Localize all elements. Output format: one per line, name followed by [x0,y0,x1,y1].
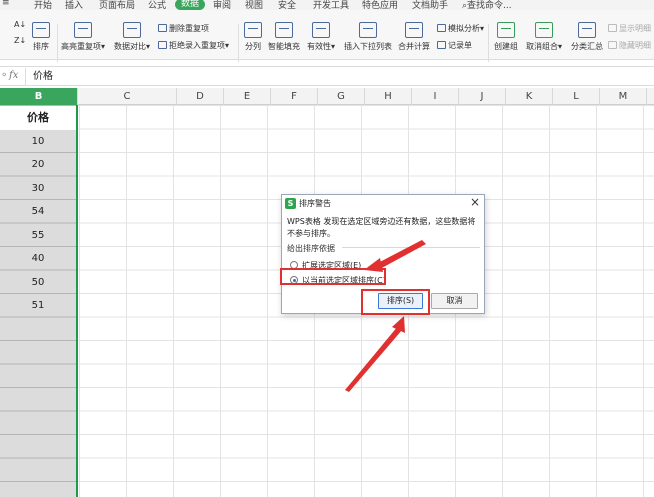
column-header-l[interactable]: L [553,88,600,105]
wps-logo-icon: S [285,198,296,209]
divider [342,247,480,248]
smart-fill-icon [275,22,293,38]
cancel-button[interactable]: 取消 [431,293,478,309]
menu-security[interactable]: 安全 [278,0,296,10]
table-cell[interactable]: 20 [0,153,76,177]
delete-dup-icon [158,24,167,32]
menu-page-layout[interactable]: 页面布局 [99,0,135,10]
ungroup-icon [535,22,553,38]
merge-calc-icon [405,22,423,38]
divider [238,24,239,62]
header-cell-price[interactable]: 价格 [0,106,76,130]
ribbon-toolbar: A↓ Z↓ 排序 高亮重复项▾ 数据对比▾ 删除重复项 拒绝录入重复项▾ 分列 … [0,10,654,62]
selected-column-b[interactable]: 价格 10 20 30 54 55 40 50 51 [0,105,78,497]
sort-icon [32,22,50,38]
highlight-icon [74,22,92,38]
formula-bar: ⚬ fx 价格 [0,66,654,86]
record-sheet-button[interactable]: 记录单 [437,40,472,51]
formula-input[interactable]: 价格 [25,68,654,85]
subtotal-button[interactable]: 分类汇总 [571,22,603,52]
dialog-title-bar[interactable]: S 排序警告 × [282,195,484,212]
menu-view[interactable]: 视图 [245,0,263,10]
menu-home[interactable]: 开始 [34,0,52,10]
highlight-duplicates-button[interactable]: 高亮重复项▾ [61,22,105,52]
table-cell[interactable]: 55 [0,224,76,248]
column-header-e[interactable]: E [224,88,271,105]
show-detail-icon [608,24,617,32]
hide-detail-button[interactable]: 隐藏明细 [608,40,651,51]
sort-warning-dialog: S 排序警告 × WPS表格 发现在选定区域旁边还有数据，这些数据将不参与排序。… [281,194,485,314]
reject-dup-icon [158,41,167,49]
column-header-h[interactable]: H [365,88,412,105]
column-header-b[interactable]: B [0,88,78,105]
table-cell[interactable]: 50 [0,271,76,295]
column-header-j[interactable]: J [459,88,506,105]
radio-expand-selection[interactable]: 扩展选定区域(E) [290,260,361,271]
show-detail-button[interactable]: 显示明细 [608,23,651,34]
smart-fill-button[interactable]: 智能填充 [268,22,300,52]
column-header-i[interactable]: I [412,88,459,105]
sort-desc-icon[interactable]: Z↓ [14,36,26,45]
cancel-edit-icon[interactable]: ⚬ [0,70,8,81]
delete-duplicates-button[interactable]: 删除重复项 [158,23,209,34]
table-cell[interactable]: 54 [0,200,76,224]
function-icon[interactable]: fx [9,70,18,81]
menu-review[interactable]: 审阅 [213,0,231,10]
dialog-title: 排序警告 [299,199,331,208]
table-cell[interactable]: 51 [0,294,76,318]
column-header-f[interactable]: F [271,88,318,105]
column-header-c[interactable]: C [78,88,177,105]
sort-button[interactable]: 排序 [32,22,50,52]
reject-duplicates-button[interactable]: 拒绝录入重复项▾ [158,40,229,51]
dialog-message: WPS表格 发现在选定区域旁边还有数据，这些数据将不参与排序。 [287,217,476,238]
column-header-k[interactable]: K [506,88,553,105]
dropdown-list-icon [359,22,377,38]
close-icon[interactable]: × [470,195,480,209]
hide-detail-icon [608,41,617,49]
create-group-button[interactable]: 创建组 [494,22,518,52]
divider [488,24,489,62]
table-cell[interactable]: 40 [0,247,76,271]
radio-icon [290,261,298,269]
column-header-row: B C D E F G H I J K L M [0,88,654,105]
sort-button[interactable]: 排序(S) [378,293,423,309]
simulate-analysis-button[interactable]: 模拟分析▾ [437,23,484,34]
group-icon [497,22,515,38]
table-cell[interactable]: 30 [0,177,76,201]
sort-basis-label: 给出排序依据 [287,244,335,253]
column-header-d[interactable]: D [177,88,224,105]
menu-developer[interactable]: 开发工具 [313,0,349,10]
ungroup-button[interactable]: 取消组合▾ [526,22,562,52]
sort-asc-icon[interactable]: A↓ [14,20,26,29]
table-cell[interactable]: 10 [0,130,76,154]
column-header-g[interactable]: G [318,88,365,105]
record-sheet-icon [437,41,446,49]
insert-dropdown-button[interactable]: 插入下拉列表 [344,22,392,52]
radio-current-selection[interactable]: 以当前选定区域排序(C) [290,275,386,286]
radio-selected-icon [290,276,298,284]
menu-doc-assistant[interactable]: 文档助手 [412,0,448,10]
menu-bar: ≡ 开始 插入 页面布局 公式 数据 审阅 视图 安全 开发工具 特色应用 文档… [0,0,654,10]
validity-button[interactable]: 有效性▾ [307,22,335,52]
menu-search-command[interactable]: ⌕查找命令... [462,0,512,10]
split-column-button[interactable]: 分列 [244,22,262,52]
compare-icon [123,22,141,38]
split-icon [244,22,262,38]
menu-collapse-icon[interactable]: ≡ [2,0,10,8]
menu-data[interactable]: 数据 [175,0,206,10]
menu-special[interactable]: 特色应用 [362,0,398,10]
data-compare-button[interactable]: 数据对比▾ [114,22,150,52]
simulate-icon [437,24,446,32]
divider [57,24,58,62]
menu-formula[interactable]: 公式 [148,0,166,10]
column-header-m[interactable]: M [600,88,647,105]
validity-icon [312,22,330,38]
menu-insert[interactable]: 插入 [65,0,83,10]
subtotal-icon [578,22,596,38]
merge-calc-button[interactable]: 合并计算 [398,22,430,52]
